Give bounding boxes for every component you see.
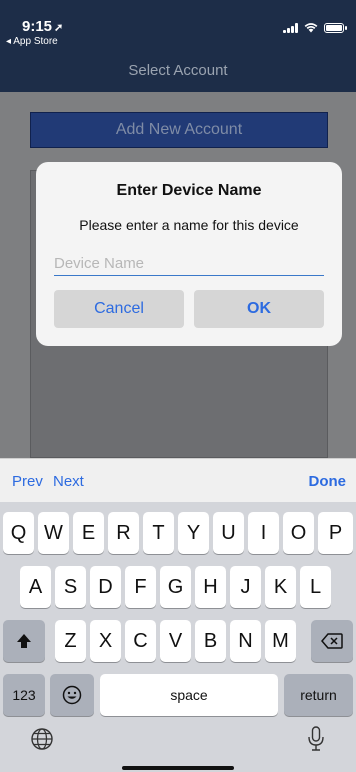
- key-j[interactable]: J: [230, 566, 261, 608]
- key-s[interactable]: S: [55, 566, 86, 608]
- key-o[interactable]: O: [283, 512, 314, 554]
- key-y[interactable]: Y: [178, 512, 209, 554]
- key-n[interactable]: N: [230, 620, 261, 662]
- dialog-title: Enter Device Name: [116, 182, 262, 199]
- location-arrow-icon: ➚: [54, 22, 64, 34]
- numbers-key[interactable]: 123: [3, 674, 45, 716]
- key-l[interactable]: L: [300, 566, 331, 608]
- cellular-signal-icon: [283, 23, 298, 33]
- key-q[interactable]: Q: [3, 512, 34, 554]
- microphone-icon[interactable]: [307, 726, 325, 752]
- globe-icon[interactable]: [30, 727, 54, 751]
- wifi-icon: [304, 23, 318, 33]
- key-x[interactable]: X: [90, 620, 121, 662]
- key-k[interactable]: K: [265, 566, 296, 608]
- key-v[interactable]: V: [160, 620, 191, 662]
- backspace-icon: [321, 633, 343, 649]
- enter-device-name-dialog: Enter Device Name Please enter a name fo…: [36, 162, 342, 346]
- key-z[interactable]: Z: [55, 620, 86, 662]
- add-new-account-button[interactable]: Add New Account: [30, 112, 328, 148]
- key-w[interactable]: W: [38, 512, 69, 554]
- key-h[interactable]: H: [195, 566, 226, 608]
- key-c[interactable]: C: [125, 620, 156, 662]
- key-u[interactable]: U: [213, 512, 244, 554]
- key-e[interactable]: E: [73, 512, 104, 554]
- key-b[interactable]: B: [195, 620, 226, 662]
- device-name-input[interactable]: [54, 252, 324, 276]
- key-t[interactable]: T: [143, 512, 174, 554]
- status-icons: [283, 22, 347, 33]
- emoji-icon: [62, 685, 82, 705]
- emoji-key[interactable]: [50, 674, 94, 716]
- page-title: Select Account: [128, 62, 228, 79]
- shift-key[interactable]: [3, 620, 45, 662]
- key-r[interactable]: R: [108, 512, 139, 554]
- key-d[interactable]: D: [90, 566, 121, 608]
- cancel-button[interactable]: Cancel: [54, 290, 184, 328]
- dialog-message: Please enter a name for this device: [79, 217, 299, 233]
- next-button[interactable]: Next: [53, 473, 84, 490]
- space-key[interactable]: space: [100, 674, 278, 716]
- return-key[interactable]: return: [284, 674, 353, 716]
- home-indicator[interactable]: [122, 766, 234, 770]
- keyboard-accessory-bar: Prev Next Done: [0, 458, 356, 502]
- key-g[interactable]: G: [160, 566, 191, 608]
- shift-icon: [17, 634, 31, 648]
- on-screen-keyboard: Q W E R T Y U I O P A S D F G H J K L Z …: [0, 502, 356, 772]
- back-to-app-store-link[interactable]: ◂ App Store: [6, 36, 58, 47]
- key-m[interactable]: M: [265, 620, 296, 662]
- ok-button[interactable]: OK: [194, 290, 324, 328]
- delete-key[interactable]: [311, 620, 353, 662]
- prev-button[interactable]: Prev: [12, 473, 43, 490]
- key-i[interactable]: I: [248, 512, 279, 554]
- top-bar: 9:15 ➚ ◂ App Store Select Account: [0, 0, 356, 92]
- battery-icon: [324, 23, 347, 33]
- key-a[interactable]: A: [20, 566, 51, 608]
- status-time: 9:15 ➚: [22, 18, 64, 35]
- key-p[interactable]: P: [318, 512, 353, 554]
- done-button[interactable]: Done: [309, 473, 347, 490]
- key-f[interactable]: F: [125, 566, 156, 608]
